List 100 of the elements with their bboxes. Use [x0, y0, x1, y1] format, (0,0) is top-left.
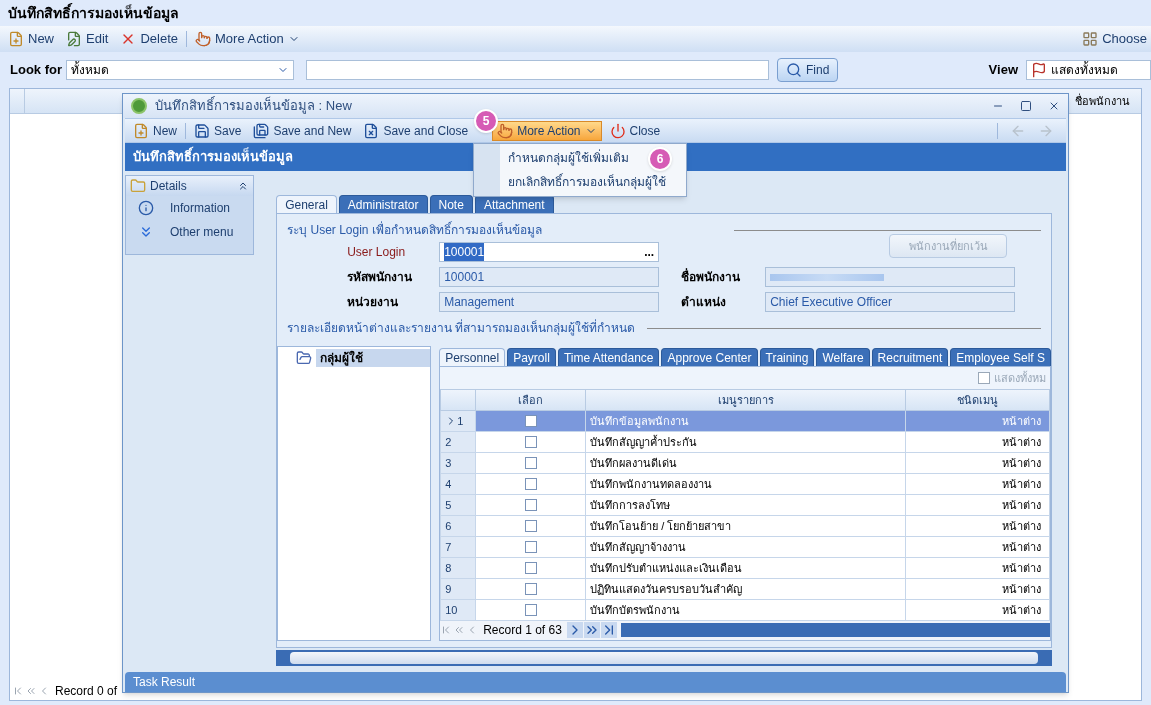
toolbar-button[interactable]: Save and Close [359, 120, 473, 141]
table-cell: หน้าต่าง [1002, 498, 1041, 511]
column-header[interactable]: เมนูรายการ [585, 389, 906, 411]
record-count: Record 0 of [54, 683, 119, 700]
panel-title: Details [150, 178, 187, 195]
find-button[interactable]: Find [777, 58, 839, 82]
field-label: หน่วยงาน [347, 294, 400, 311]
toolbar-button[interactable]: New [129, 120, 181, 141]
tab[interactable]: Recruitment [871, 348, 949, 366]
table-cell: หน้าต่าง [1002, 477, 1041, 490]
checkbox[interactable] [524, 562, 537, 574]
search-icon [786, 62, 802, 78]
checkbox[interactable] [978, 372, 990, 384]
search-field[interactable] [306, 60, 769, 80]
toolbar-button[interactable]: More Action [492, 120, 602, 141]
power-icon [609, 122, 626, 139]
column-header[interactable]: เลือก [475, 389, 586, 411]
dropdown-field[interactable]: ทั้งหมด [66, 60, 294, 80]
save-icon [253, 122, 270, 139]
table-cell: หน้าต่าง [1002, 540, 1041, 553]
column-header[interactable]: ชื่อพนักงาน [1075, 89, 1141, 113]
tab[interactable]: Note [429, 195, 473, 213]
tab[interactable]: Time Attendance [557, 348, 660, 366]
folder-icon [296, 350, 313, 366]
horizontal-scrollbar[interactable] [620, 623, 1050, 637]
row-number: 9 [445, 581, 452, 597]
field-label: รหัสพนักงาน [347, 269, 414, 286]
tab[interactable]: Approve Center [661, 348, 758, 366]
checkbox[interactable] [524, 478, 537, 490]
input-field[interactable]: Chief Executive Officer [765, 292, 1016, 312]
table-cell: บันทึกโอนย้าย / โยกย้ายสาขา [590, 519, 732, 532]
checkbox[interactable] [524, 457, 537, 469]
horizontal-scrollbar[interactable] [276, 650, 1052, 666]
sidebar-item[interactable]: Information [126, 196, 254, 220]
row-number: 10 [445, 602, 458, 618]
input-field[interactable]: 100001 ... [439, 242, 660, 262]
checkbox[interactable] [524, 541, 537, 553]
tree-item[interactable]: กลุ่มผู้ใช้ [316, 349, 431, 367]
checkbox[interactable] [524, 604, 537, 616]
checkbox[interactable] [524, 520, 537, 532]
tab[interactable]: Payroll [507, 348, 556, 366]
row-number: 3 [445, 455, 452, 471]
table-cell: บันทึกสัญญาค้ำประกัน [590, 435, 698, 448]
new-file-icon [8, 31, 24, 47]
table-cell: หน้าต่าง [1002, 414, 1041, 427]
tab[interactable]: Welfare [816, 348, 870, 366]
maximize-icon[interactable] [1020, 100, 1032, 112]
menu-item[interactable]: ยกเลิกสิทธิ์การมองเห็นกลุ่มผู้ใช้ [500, 170, 674, 194]
checkbox[interactable] [524, 583, 537, 595]
table-cell: หน้าต่าง [1002, 582, 1041, 595]
menu-item[interactable]: กำหนดกลุ่มผู้ใช้เพิ่มเติม 6 [500, 146, 674, 170]
toolbar-button[interactable]: New [4, 29, 58, 49]
choose-button[interactable]: Choose [1082, 29, 1147, 49]
close-icon[interactable] [1048, 100, 1060, 112]
previous-page-icon[interactable] [25, 685, 37, 697]
input-field[interactable]: 100001 [439, 267, 660, 287]
ellipsis-button[interactable]: ... [644, 243, 655, 261]
flag-icon [1031, 62, 1047, 78]
next-icon[interactable] [566, 622, 583, 638]
save-icon [194, 122, 210, 139]
window-title: บันทึกสิทธิ์การมองเห็นข้อมูล : New [155, 96, 352, 116]
first-page-icon[interactable] [12, 685, 24, 697]
hand-pointer-icon [497, 122, 514, 139]
checkbox[interactable] [524, 499, 537, 511]
section-heading: รายละเอียดหน้าต่างและรายงาน ที่สามารถมองเห็นกลุ่มผู้ใช้ที่กำหนด [287, 319, 636, 337]
toolbar-button[interactable]: Save [190, 120, 246, 141]
previous-page-icon[interactable] [453, 624, 466, 636]
sidebar-item[interactable]: Other menu [126, 220, 254, 244]
checkbox[interactable] [524, 436, 537, 448]
field-label: User Login [347, 244, 407, 261]
tab[interactable]: Employee Self S [950, 348, 1051, 366]
toolbar-button[interactable]: Edit [62, 29, 113, 49]
toolbar-button[interactable]: Save and New [249, 120, 356, 141]
last-page-icon[interactable] [600, 622, 617, 638]
table-row[interactable]: 1 บันทึกข้อมูลพนักงาน หน้าต่าง [440, 410, 1050, 432]
toolbar-button[interactable]: Close [605, 120, 665, 141]
toolbar-button[interactable]: More Action [191, 29, 304, 49]
row-number: 8 [445, 560, 452, 576]
table-cell: บันทึกพนักงานทดลองงาน [590, 477, 713, 490]
row-number: 6 [445, 518, 452, 534]
folder-icon [130, 178, 146, 194]
column-header[interactable]: ชนิดเมนู [905, 389, 1050, 411]
dropdown-field[interactable]: แสดงทั้งหมด [1026, 60, 1151, 80]
step-badge: 6 [648, 147, 672, 171]
edit-icon [66, 31, 82, 47]
next-page-icon[interactable] [583, 622, 600, 638]
field-label: ตำแหน่ง [681, 294, 728, 311]
tab[interactable]: General [276, 195, 337, 213]
new-file-icon [133, 122, 149, 139]
tab[interactable]: Administrator [338, 195, 428, 213]
row-number: 2 [445, 434, 452, 450]
table-cell: บันทึกบัตรพนักงาน [590, 603, 681, 616]
toolbar-button[interactable]: Delete [116, 29, 182, 49]
tab[interactable]: Training [759, 348, 815, 366]
input-field[interactable]: Management [439, 292, 660, 312]
tab[interactable]: Personnel [439, 348, 506, 366]
table-cell: บันทึกสัญญาจ้างงาน [590, 540, 687, 553]
table-cell: บันทึกผลงานดีเด่น [590, 456, 678, 469]
table-cell: หน้าต่าง [1002, 561, 1041, 574]
checkbox[interactable] [524, 415, 537, 427]
